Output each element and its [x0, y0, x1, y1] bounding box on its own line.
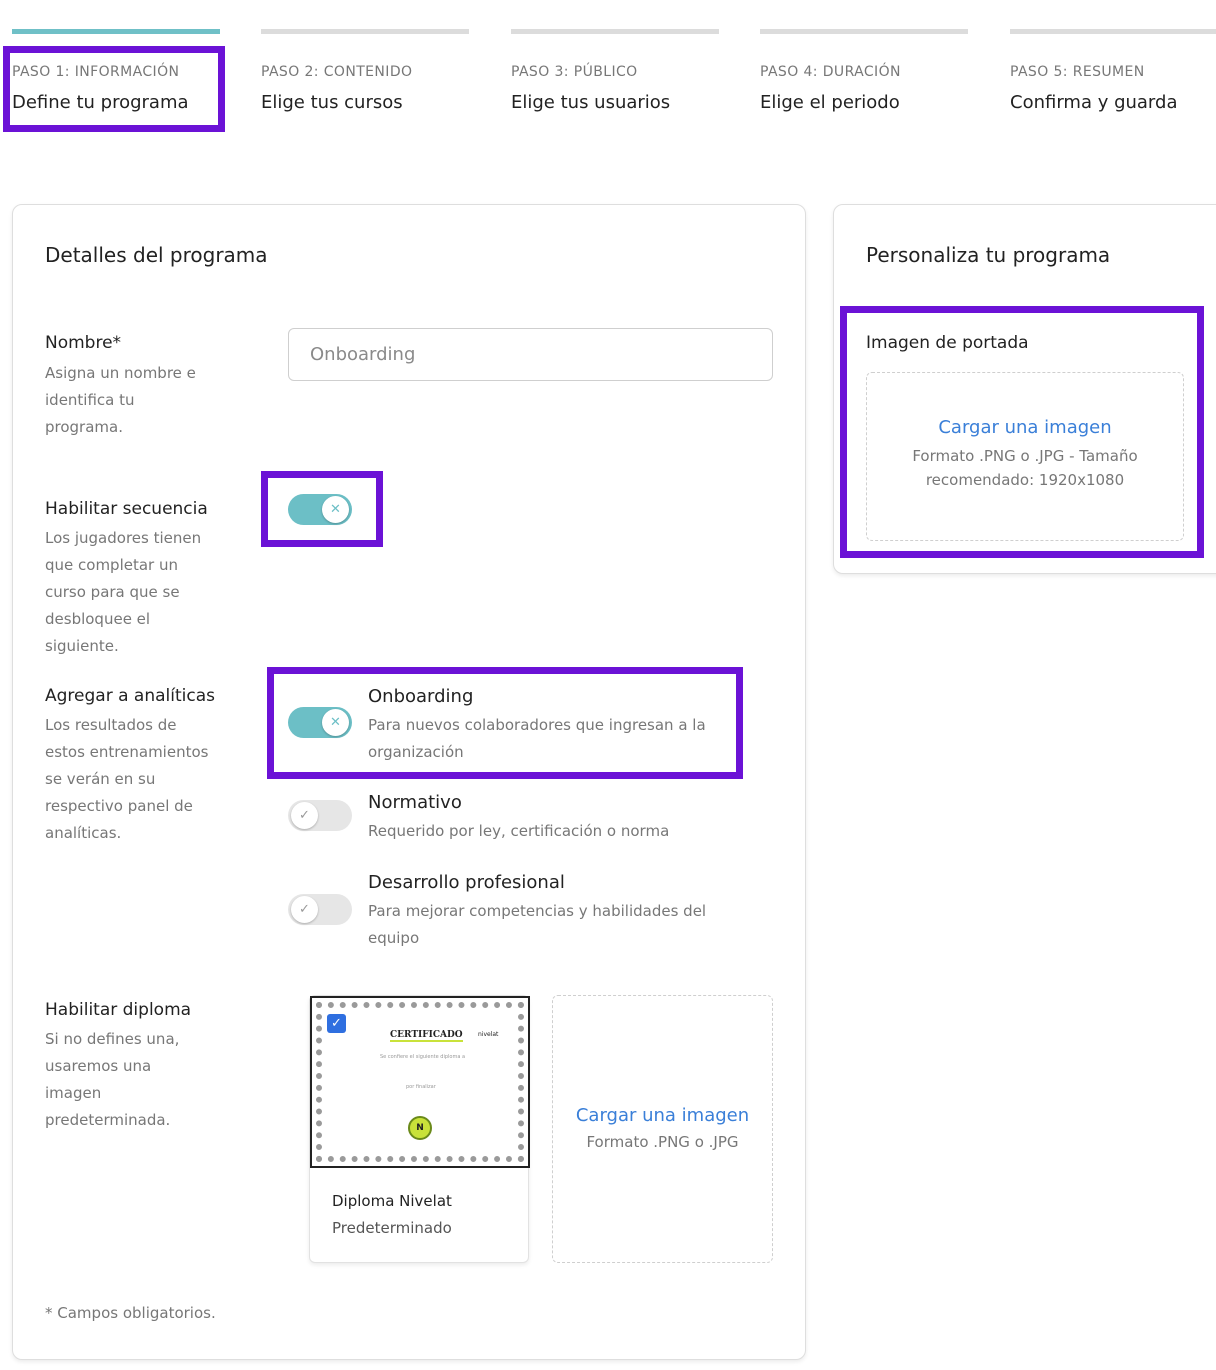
step-progress-bar — [1010, 29, 1216, 34]
step-5[interactable]: PASO 5: RESUMEN Confirma y guarda — [1010, 0, 1216, 130]
diploma-field-title: Habilitar diploma — [45, 1000, 192, 1020]
check-icon: ✓ — [291, 802, 318, 829]
diploma-name: Diploma Nivelat — [332, 1192, 452, 1210]
diploma-upload-hint: Formato .PNG o .JPG — [586, 1133, 739, 1151]
certificate-title: CERTIFICADO — [390, 1030, 463, 1042]
step-label: PASO 2: CONTENIDO — [261, 64, 413, 80]
highlight-step-1 — [3, 46, 225, 132]
diploma-tag: Predeterminado — [332, 1219, 452, 1237]
name-field-desc: Asigna un nombre e identifica tu program… — [45, 364, 196, 436]
program-details-title: Detalles del programa — [45, 243, 268, 267]
certificate-seal-icon: N — [408, 1116, 432, 1140]
highlight-cover-image — [840, 306, 1204, 558]
checkbox-checked-icon[interactable]: ✓ — [327, 1014, 346, 1033]
diploma-field-desc: Si no defines una, usaremos una imagen p… — [45, 1030, 180, 1129]
desarrollo-option-title: Desarrollo profesional — [368, 872, 565, 893]
step-subtitle: Elige el periodo — [760, 92, 900, 113]
diploma-preview-image: ✓ CERTIFICADO nivelat Se confiere el sig… — [310, 996, 530, 1168]
sequence-field-title: Habilitar secuencia — [45, 499, 208, 519]
diploma-upload-box[interactable]: Cargar una imagen Formato .PNG o .JPG — [552, 995, 773, 1263]
step-subtitle: Confirma y guarda — [1010, 92, 1178, 113]
step-subtitle: Elige tus cursos — [261, 92, 403, 113]
normativo-toggle[interactable]: ✓ — [288, 800, 352, 831]
normativo-option-desc: Requerido por ley, certificación o norma — [368, 822, 670, 840]
desarrollo-profesional-toggle[interactable]: ✓ — [288, 894, 352, 925]
step-progress-bar — [12, 29, 220, 34]
check-icon: ✓ — [291, 896, 318, 923]
certificate-text: por finalizar — [406, 1084, 436, 1090]
step-subtitle: Elige tus usuarios — [511, 92, 671, 113]
customize-title: Personaliza tu programa — [866, 243, 1111, 267]
certificate-brand: nivelat — [478, 1031, 499, 1038]
step-label: PASO 3: PÚBLICO — [511, 64, 638, 80]
sequence-field-desc: Los jugadores tienen que completar un cu… — [45, 529, 202, 655]
required-fields-note: * Campos obligatorios. — [45, 1304, 216, 1322]
desarrollo-option-desc: Para mejorar competencias y habilidades … — [368, 902, 707, 947]
certificate-text: Se confiere el siguiente diploma a — [380, 1054, 466, 1060]
step-label: PASO 5: RESUMEN — [1010, 64, 1145, 80]
name-field-title: Nombre* — [45, 333, 122, 353]
step-label: PASO 4: DURACIÓN — [760, 64, 901, 80]
highlight-sequence-toggle — [261, 471, 383, 547]
highlight-onboarding-option — [267, 667, 743, 779]
step-3[interactable]: PASO 3: PÚBLICO Elige tus usuarios — [511, 0, 719, 130]
step-progress-bar — [760, 29, 968, 34]
normativo-option-title: Normativo — [368, 792, 462, 813]
program-name-input[interactable]: Onboarding — [288, 328, 773, 381]
step-2[interactable]: PASO 2: CONTENIDO Elige tus cursos — [261, 0, 469, 130]
diploma-upload-link[interactable]: Cargar una imagen — [553, 1105, 772, 1126]
step-progress-bar — [261, 29, 469, 34]
step-progress-bar — [511, 29, 719, 34]
step-4[interactable]: PASO 4: DURACIÓN Elige el periodo — [760, 0, 968, 130]
analytics-field-title: Agregar a analíticas — [45, 686, 215, 706]
analytics-field-desc: Los resultados de estos entrenamientos s… — [45, 716, 209, 842]
diploma-card-nivelat[interactable]: ✓ CERTIFICADO nivelat Se confiere el sig… — [309, 995, 530, 1263]
